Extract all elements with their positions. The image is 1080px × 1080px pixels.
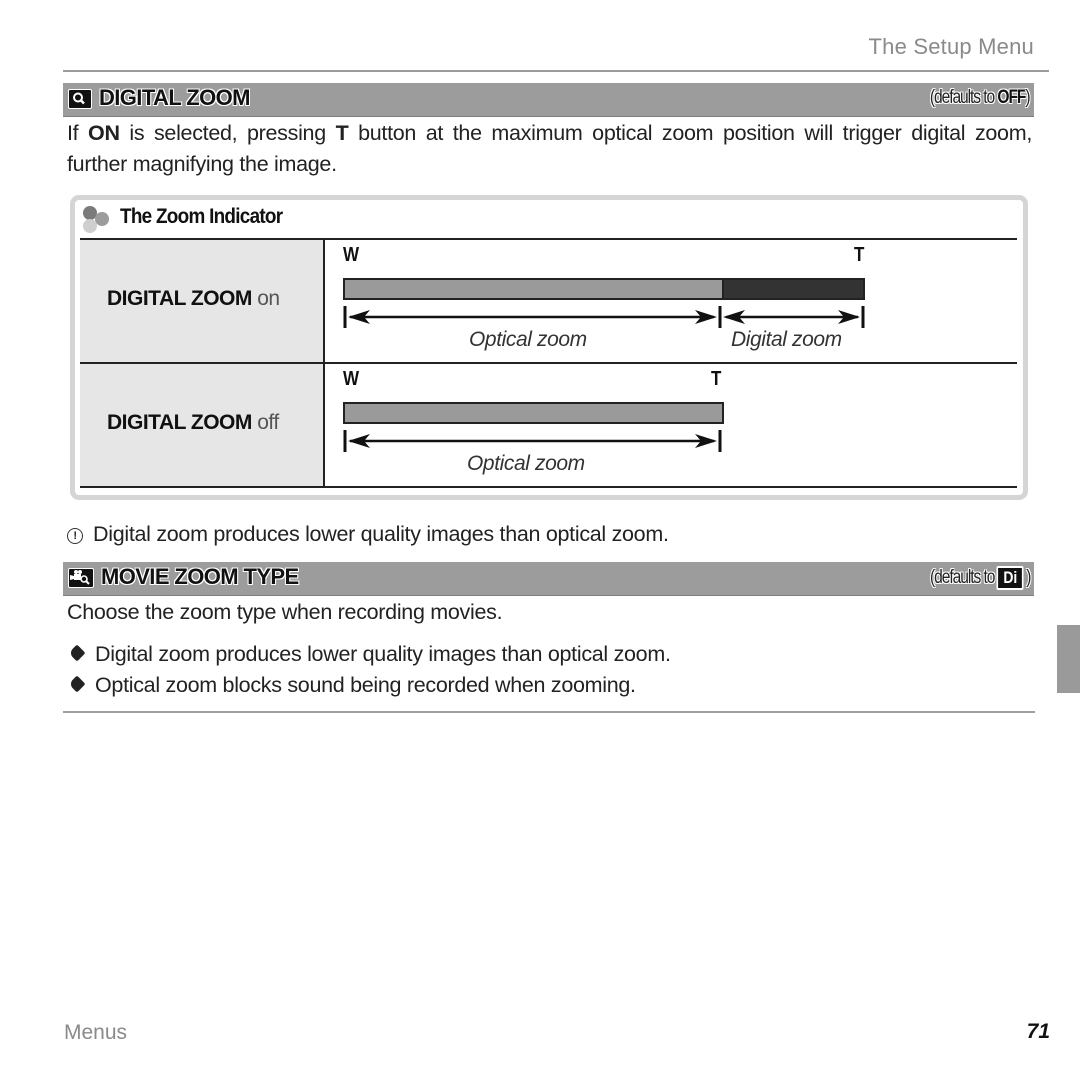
digital-zoom-header-bar: DIGITAL ZOOM (defaults to OFF) xyxy=(63,83,1034,117)
optical-zoom-caption: Optical zoom xyxy=(467,452,585,475)
caution-icon: ! xyxy=(67,528,83,544)
running-head: The Setup Menu xyxy=(868,34,1034,59)
digital-zoom-default: (defaults to OFF) xyxy=(930,87,1031,108)
page-number: 71 xyxy=(1026,1020,1050,1043)
movie-zoom-type-default: (defaults to Di) xyxy=(929,566,1031,590)
magnifier-icon xyxy=(68,89,92,109)
note-icon xyxy=(68,675,86,693)
optical-zoom-bar xyxy=(343,402,724,424)
row-label-digital-zoom-on: DIGITAL ZOOM on xyxy=(80,240,325,362)
movie-zoom-icon xyxy=(68,568,94,588)
di-badge-icon: Di xyxy=(996,566,1024,590)
wide-label: W xyxy=(343,244,360,266)
movie-zoom-description: Choose the zoom type when recording movi… xyxy=(67,600,503,624)
zoom-range-arrows xyxy=(343,306,865,328)
note-item: Digital zoom produces lower quality imag… xyxy=(67,639,671,670)
note-icon xyxy=(68,644,86,662)
optical-zoom-caption: Optical zoom xyxy=(469,328,587,351)
tele-label: T xyxy=(711,368,722,390)
optical-zoom-bar xyxy=(343,278,724,300)
top-rule xyxy=(63,70,1049,72)
digital-zoom-title: DIGITAL ZOOM xyxy=(99,85,250,110)
row-label-digital-zoom-off: DIGITAL ZOOM off xyxy=(80,364,325,486)
zoom-indicator-title: The Zoom Indicator xyxy=(120,205,283,228)
digital-zoom-description: If ON is selected, pressing T button at … xyxy=(67,121,1032,176)
zoom-range-arrows xyxy=(343,430,722,452)
caution-note: ! Digital zoom produces lower quality ima… xyxy=(67,519,669,550)
note-item: Optical zoom blocks sound being recorded… xyxy=(67,670,636,701)
digital-zoom-bar xyxy=(722,278,865,300)
table-rule-bottom xyxy=(80,486,1017,488)
wide-label: W xyxy=(343,368,360,390)
hint-icon xyxy=(82,205,112,235)
movie-zoom-type-header-bar: MOVIE ZOOM TYPE (defaults to Di) xyxy=(63,562,1034,596)
bottom-rule xyxy=(63,711,1035,713)
chapter-thumb-tab xyxy=(1057,625,1080,693)
movie-zoom-type-title: MOVIE ZOOM TYPE xyxy=(101,564,299,589)
digital-zoom-caption: Digital zoom xyxy=(731,328,842,351)
tele-label: T xyxy=(854,244,865,266)
footer-section: Menus xyxy=(64,1021,128,1044)
